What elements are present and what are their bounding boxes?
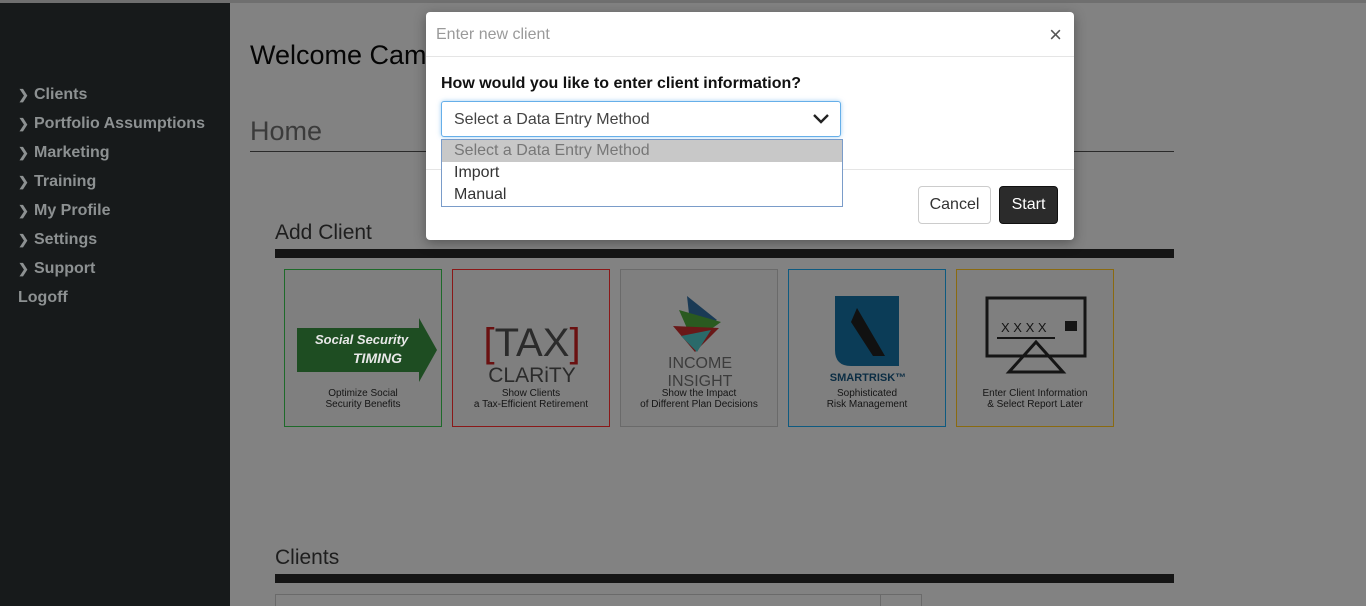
sidebar-item-logoff[interactable]: Logoff	[18, 287, 205, 316]
page-title: Home	[250, 116, 323, 146]
option-select-method[interactable]: Select a Data Entry Method	[442, 140, 842, 162]
sidebar-item-my-profile[interactable]: ❯ My Profile	[18, 200, 205, 229]
income-insight-logo-icon: INCOME INSIGHT	[668, 296, 733, 390]
modal-title: Enter new client	[436, 26, 550, 43]
sidebar-item-label: Portfolio Assumptions	[34, 115, 205, 132]
svg-text:INCOME: INCOME	[668, 355, 732, 372]
welcome-heading: Welcome Cam	[250, 40, 427, 70]
clients-title: Clients	[275, 546, 340, 569]
sidebar-item-label: Support	[34, 260, 96, 277]
tile-smartrisk[interactable]: SMARTRISK™ Sophisticated Risk Management	[788, 269, 946, 427]
sidebar-item-label: Clients	[34, 86, 88, 103]
sidebar: ❯ Clients ❯ Portfolio Assumptions ❯ Marketi…	[0, 3, 230, 606]
smartrisk-logo-icon: SMARTRISK™	[830, 296, 906, 384]
sidebar-menu: ❯ Clients ❯ Portfolio Assumptions ❯ Marketi…	[18, 84, 205, 316]
tile-caption: Show the Impact of Different Plan Decisio…	[640, 388, 758, 410]
chevron-right-icon: ❯	[18, 145, 29, 160]
sidebar-item-label: Marketing	[34, 144, 110, 161]
svg-text:[: [	[483, 321, 494, 365]
tile-caption: Show Clients a Tax-Efficient Retirement	[473, 388, 589, 410]
sidebar-item-marketing[interactable]: ❯ Marketing	[18, 142, 205, 171]
chevron-right-icon: ❯	[18, 87, 29, 102]
chevron-right-icon: ❯	[18, 261, 29, 276]
cancel-button[interactable]: Cancel	[918, 186, 991, 224]
sidebar-item-label: Training	[34, 173, 97, 190]
entry-method-dropdown: Select a Data Entry Method Import Manual	[441, 139, 843, 207]
add-client-title: Add Client	[275, 221, 372, 244]
social-security-logo-icon: Social Security TIMING	[297, 318, 437, 382]
tile-social-security-timing[interactable]: Social Security TIMING Optimize Social Se…	[284, 269, 442, 427]
tile-enter-later[interactable]: X X X X Enter Client Information & Select…	[956, 269, 1114, 427]
client-search-input[interactable]	[275, 594, 882, 606]
sidebar-item-label: Logoff	[18, 289, 68, 306]
modal-header: Enter new client ×	[426, 12, 1074, 57]
sidebar-item-clients[interactable]: ❯ Clients	[18, 84, 205, 113]
sidebar-item-label: My Profile	[34, 202, 111, 219]
svg-text:]: ]	[569, 321, 580, 365]
chevron-right-icon: ❯	[18, 232, 29, 247]
tile-income-insight[interactable]: INCOME INSIGHT Show the Impact of Differe…	[620, 269, 778, 427]
option-import[interactable]: Import	[442, 162, 842, 184]
monitor-icon: X X X X	[985, 296, 1087, 374]
svg-text:SMARTRISK™: SMARTRISK™	[830, 372, 906, 384]
sidebar-item-settings[interactable]: ❯ Settings	[18, 229, 205, 258]
svg-text:TAX: TAX	[495, 321, 570, 365]
select-value: Select a Data Entry Method	[454, 111, 650, 128]
chevron-right-icon: ❯	[18, 174, 29, 189]
tax-clarity-logo-icon: TAX [ ] CLARiTY	[483, 321, 580, 387]
chevron-right-icon: ❯	[18, 116, 29, 131]
svg-text:Social Security: Social Security	[315, 332, 409, 347]
tile-caption: Enter Client Information & Select Report …	[982, 388, 1088, 410]
sidebar-item-label: Settings	[34, 231, 98, 248]
tile-caption: Sophisticated Risk Management	[826, 388, 908, 410]
sidebar-item-portfolio-assumptions[interactable]: ❯ Portfolio Assumptions	[18, 113, 205, 142]
client-search-button[interactable]	[880, 594, 922, 606]
svg-text:TIMING: TIMING	[353, 350, 402, 366]
new-client-modal: Enter new client × How would you like to…	[426, 12, 1074, 240]
entry-method-select[interactable]: Select a Data Entry Method	[441, 101, 841, 137]
chevron-right-icon: ❯	[18, 203, 29, 218]
add-client-bar	[275, 249, 1174, 258]
tile-caption: Optimize Social Security Benefits	[325, 388, 401, 410]
clients-bar	[275, 574, 1174, 583]
tile-tax-clarity[interactable]: TAX [ ] CLARiTY Show Clients a Tax-Effici…	[452, 269, 610, 427]
svg-text:CLARiTY: CLARiTY	[488, 364, 576, 387]
option-manual[interactable]: Manual	[442, 184, 842, 206]
sidebar-item-training[interactable]: ❯ Training	[18, 171, 205, 200]
start-button[interactable]: Start	[999, 186, 1058, 224]
close-icon[interactable]: ×	[1049, 24, 1062, 46]
entry-method-question: How would you like to enter client infor…	[441, 75, 802, 92]
chevron-down-icon	[813, 114, 829, 124]
svg-text:X X X X: X X X X	[1001, 320, 1047, 335]
sidebar-item-support[interactable]: ❯ Support	[18, 258, 205, 287]
